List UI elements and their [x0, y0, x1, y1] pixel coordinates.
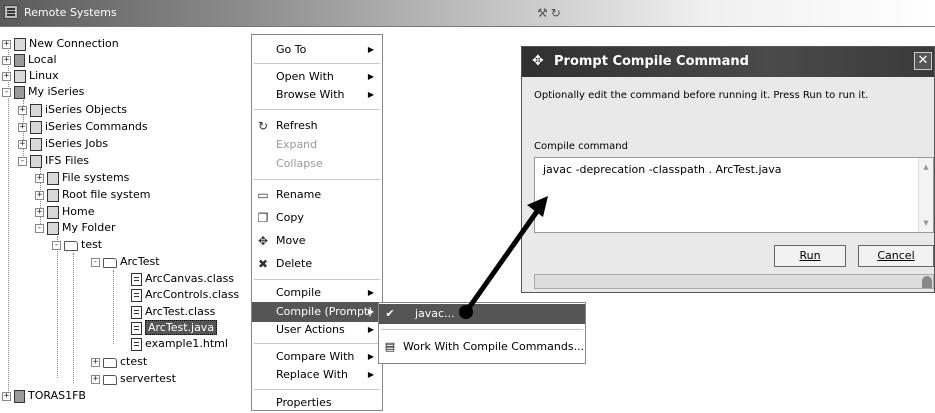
annotation-arrow	[459, 196, 548, 319]
annotation-arrow-origin	[459, 305, 473, 319]
annotation-arrow-line	[463, 208, 541, 314]
